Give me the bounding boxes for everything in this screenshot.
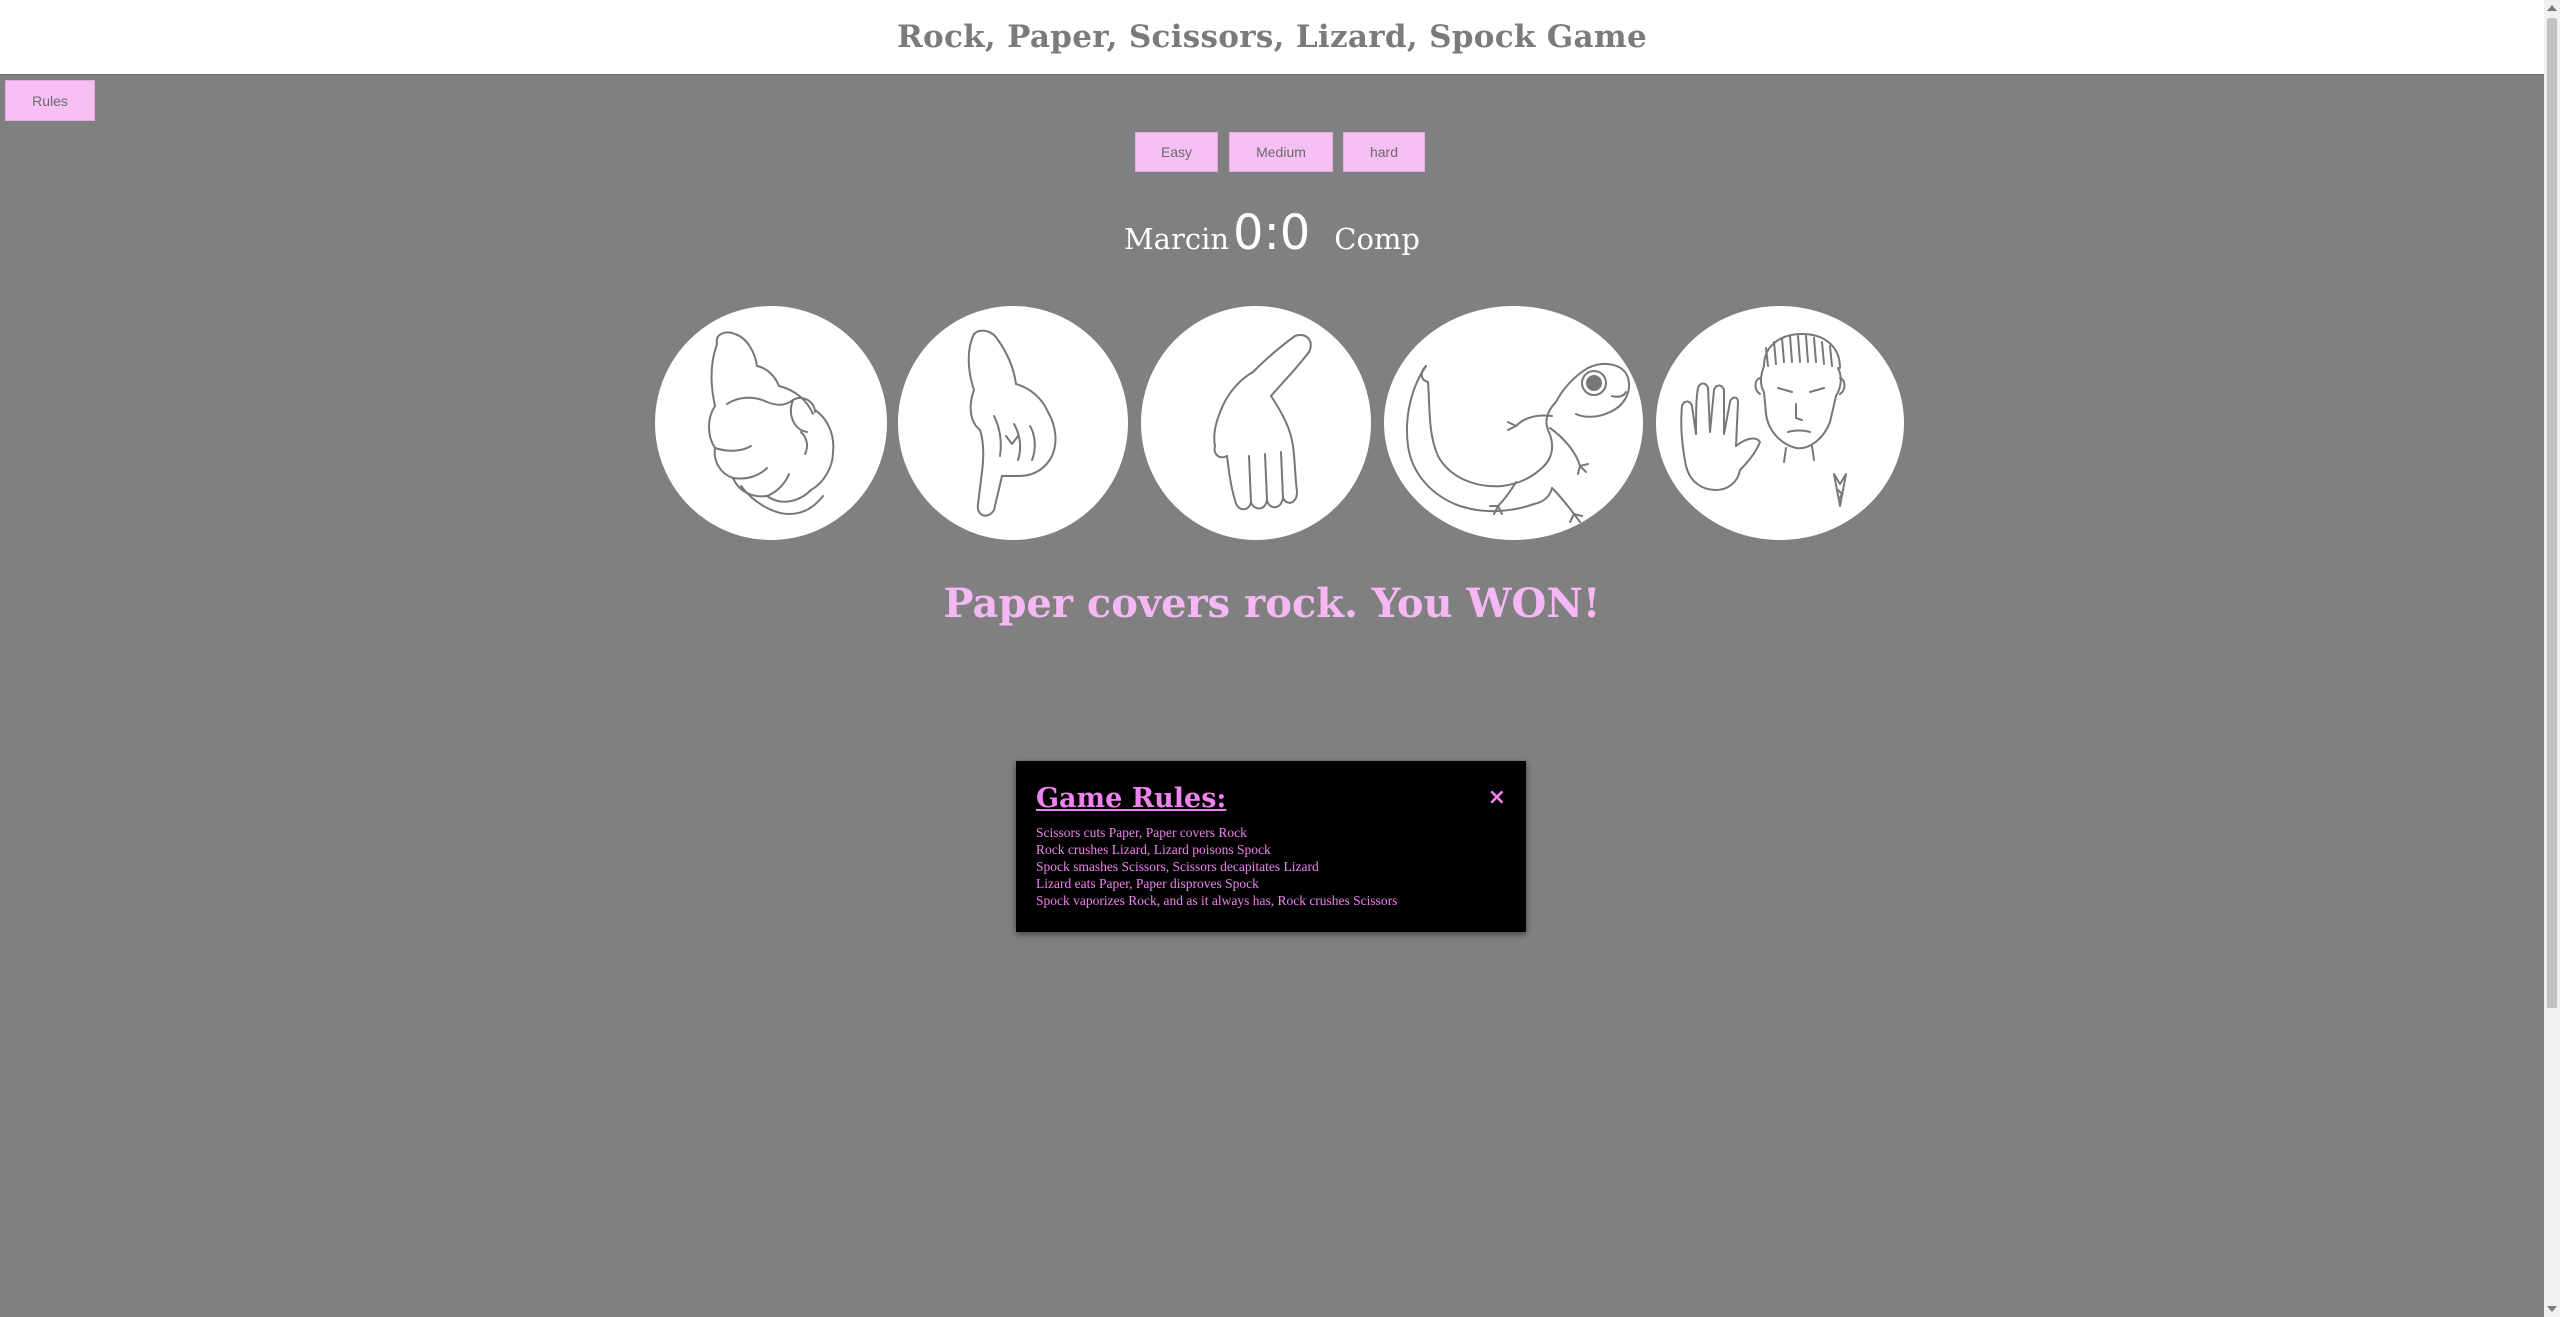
score-display: 0:0 (1233, 205, 1311, 261)
difficulty-easy-button[interactable]: Easy (1135, 132, 1218, 172)
scroll-down-arrow-icon[interactable] (2547, 1306, 2557, 1312)
spock-icon (1680, 333, 1847, 507)
scoreboard: Marcin 0:0 Comp (0, 205, 2544, 275)
result-message: Paper covers rock. You WON! (943, 580, 1601, 627)
choice-paper-button[interactable] (898, 306, 1128, 540)
player-name: Marcin (1123, 222, 1230, 256)
rules-button[interactable]: Rules (5, 80, 95, 121)
choice-lizard-button[interactable] (1384, 306, 1643, 540)
vertical-scrollbar[interactable] (2544, 0, 2560, 1317)
rock-hand-icon (708, 331, 835, 515)
rules-modal-title: Game Rules: (1036, 783, 1227, 814)
rule-item: Spock smashes Scissors, Scissors decapit… (1036, 859, 1319, 874)
rule-item: Spock vaporizes Rock, and as it always h… (1036, 893, 1398, 908)
choice-rock-button[interactable] (655, 306, 887, 540)
choice-scissors-button[interactable] (1141, 306, 1371, 540)
rules-modal: Game Rules: × Scissors cuts Paper, Paper… (1016, 761, 1526, 932)
rule-item: Scissors cuts Paper, Paper covers Rock (1036, 825, 1247, 840)
page-title: Rock, Paper, Scissors, Lizard, Spock Gam… (896, 19, 1648, 55)
difficulty-medium-button[interactable]: Medium (1229, 132, 1333, 172)
choice-spock-button[interactable] (1656, 306, 1904, 540)
difficulty-hard-button[interactable]: hard (1343, 132, 1425, 172)
scissors-hand-icon (1213, 334, 1312, 511)
rules-list: Scissors cuts Paper, Paper covers Rock R… (1036, 824, 1506, 909)
computer-name: Comp (1334, 222, 1420, 256)
scroll-up-arrow-icon[interactable] (2547, 5, 2557, 11)
close-icon[interactable]: × (1488, 787, 1506, 809)
rule-item: Rock crushes Lizard, Lizard poisons Spoc… (1036, 842, 1271, 857)
paper-hand-icon (967, 329, 1057, 517)
lizard-icon (1405, 362, 1630, 523)
rule-item: Lizard eats Paper, Paper disproves Spock (1036, 876, 1259, 891)
scrollbar-thumb[interactable] (2547, 18, 2557, 1008)
header-bar: Rock, Paper, Scissors, Lizard, Spock Gam… (0, 0, 2544, 75)
